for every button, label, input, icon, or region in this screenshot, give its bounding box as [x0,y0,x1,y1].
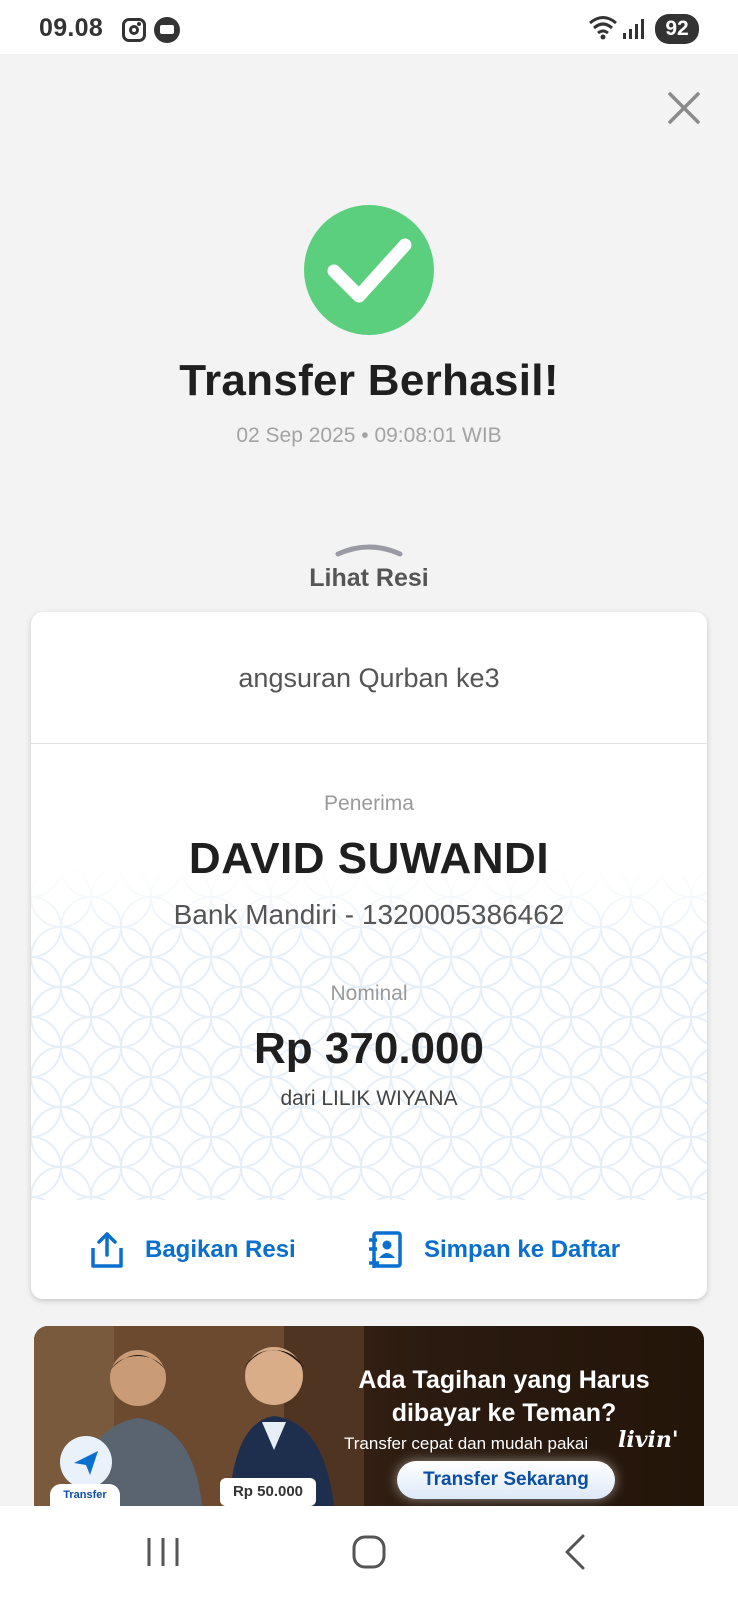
transfer-amount: Rp 370.000 [254,1024,484,1073]
wifi-icon [589,16,617,40]
recipient-label: Penerima [324,792,414,815]
banner-subtitle: Transfer cepat dan mudah pakai [344,1434,589,1453]
recent-apps-icon[interactable] [133,1526,193,1578]
status-bar: 09.08 92 [0,0,738,54]
status-time: 09.08 [39,14,104,42]
share-icon [91,1231,123,1268]
close-icon[interactable] [664,88,704,128]
transfer-now-button[interactable]: Transfer Sekarang [397,1461,615,1499]
recipient-name: DAVID SUWANDI [188,834,550,883]
sender-name: dari LILIK WIYANA [280,1087,458,1110]
check-icon [327,238,412,303]
banner-title: Ada Tagihan yang Harus dibayar ke Teman? [358,1366,650,1427]
recipient-account: Bank Mandiri - 1320005386462 [173,899,565,930]
signal-icon [623,19,644,39]
transfer-note: angsuran Qurban ke3 [31,612,707,744]
livin-logo: livin' [618,1427,679,1453]
view-receipt-toggle[interactable]: Lihat Resi [0,540,738,593]
view-receipt-label: Lihat Resi [309,564,429,592]
battery-icon: 92 [655,14,699,44]
banner-amount-tag: Rp 50.000 [220,1478,316,1506]
share-receipt-label: Bagikan Resi [145,1235,296,1263]
amount-label: Nominal [330,982,408,1005]
receipt-actions: Bagikan Resi Simpan ke Daftar [31,1200,707,1299]
message-icon [154,17,180,43]
banner-transfer-tag: Transfer [50,1484,120,1506]
share-receipt-button[interactable]: Bagikan Resi [89,1200,296,1299]
home-icon[interactable] [339,1526,399,1578]
transaction-datetime: 02 Sep 2025 • 09:08:01 WIB [236,424,502,447]
send-plane-icon [60,1436,112,1488]
chevron-up-icon [335,544,403,557]
save-to-list-label: Simpan ke Daftar [424,1235,621,1263]
system-nav-bar [0,1506,738,1600]
page-title: Transfer Berhasil! [179,356,559,405]
back-icon[interactable] [545,1526,605,1578]
success-badge [304,205,434,335]
receipt-card: angsuran Qurban ke3 Penerima DAVID SUWAN… [31,612,707,1299]
contact-add-icon [369,1230,402,1268]
save-to-list-button[interactable]: Simpan ke Daftar [366,1200,620,1299]
promo-banner[interactable]: Transfer Rp 50.000 Ada Tagihan yang Haru… [34,1326,704,1506]
instagram-icon [122,18,146,42]
